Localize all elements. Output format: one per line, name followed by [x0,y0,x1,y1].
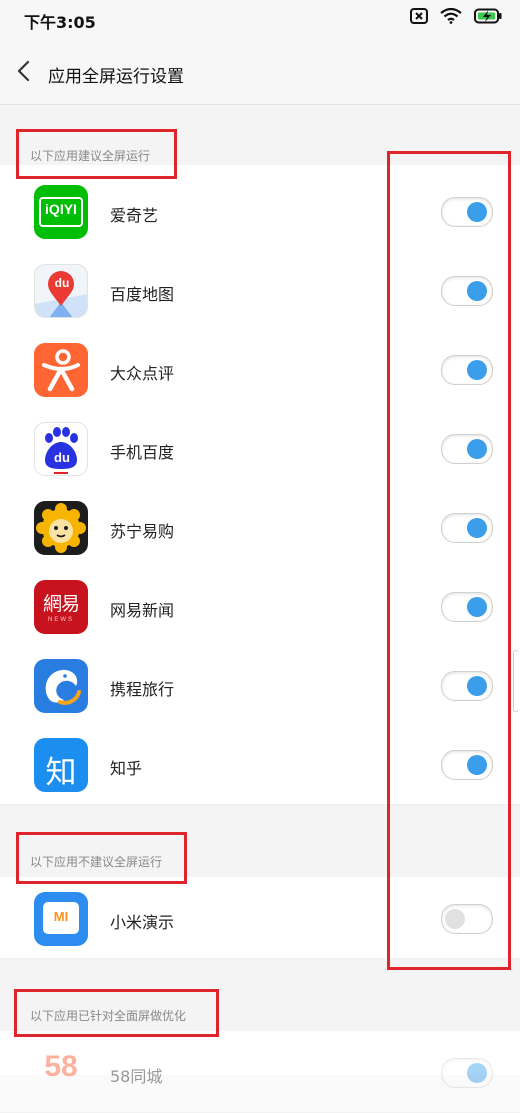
baidu-map-icon-text: du [54,276,70,290]
baidu-icon-text: du [54,450,70,465]
zhihu-icon-text: 知 [45,755,77,791]
notification-close-icon [410,8,428,24]
app-name: 知乎 [110,759,143,778]
app-name: 苏宁易购 [110,522,175,541]
iqiyi-app-icon: iQIYI [34,185,88,239]
app-name: 爱奇艺 [110,206,159,225]
app-name: 百度地图 [110,285,175,304]
suning-app-icon [34,501,88,555]
mi-icon-text: MI [53,909,69,924]
iqiyi-icon-text: iQIYI [45,201,77,217]
ctrip-app-icon [34,659,88,713]
status-bar: 下午3:05 [0,0,520,38]
fullscreen-toggle-58[interactable] [441,1058,493,1088]
highlight-box-not-recommended-label [16,832,187,884]
title-bar: 应用全屏运行设置 [0,38,520,105]
app-name: 58同城 [110,1067,163,1086]
wifi-icon [440,8,462,24]
toggle-knob [467,1063,487,1083]
58-icon-text: 58 [44,1050,78,1083]
netease-icon-subtext: NEWS [48,617,74,623]
highlight-box-recommended-label [16,129,177,179]
app-name: 网易新闻 [110,601,175,620]
mi-presentation-app-icon: MI [34,892,88,946]
zhihu-app-icon: 知 [34,738,88,792]
battery-charging-icon [474,8,502,24]
status-time: 下午3:05 [24,13,96,32]
baidu-app-icon: du [34,422,88,476]
app-row-58: 58 58同城 [0,1033,520,1113]
scroll-indicator[interactable] [513,650,519,712]
app-name: 携程旅行 [110,680,175,699]
back-arrow-icon[interactable] [14,59,36,83]
dianping-app-icon [34,343,88,397]
highlight-box-toggles [387,151,511,970]
58-app-icon: 58 [34,1046,88,1100]
netease-icon-text: 網易 [42,593,80,615]
status-icons [410,8,502,24]
highlight-box-optimized-label [14,989,219,1037]
page-title: 应用全屏运行设置 [48,67,184,87]
baidu-map-app-icon: du [34,264,88,318]
app-name: 大众点评 [110,364,175,383]
app-name: 小米演示 [110,913,175,932]
netease-news-app-icon: 網易 NEWS [34,580,88,634]
app-name: 手机百度 [110,443,175,462]
